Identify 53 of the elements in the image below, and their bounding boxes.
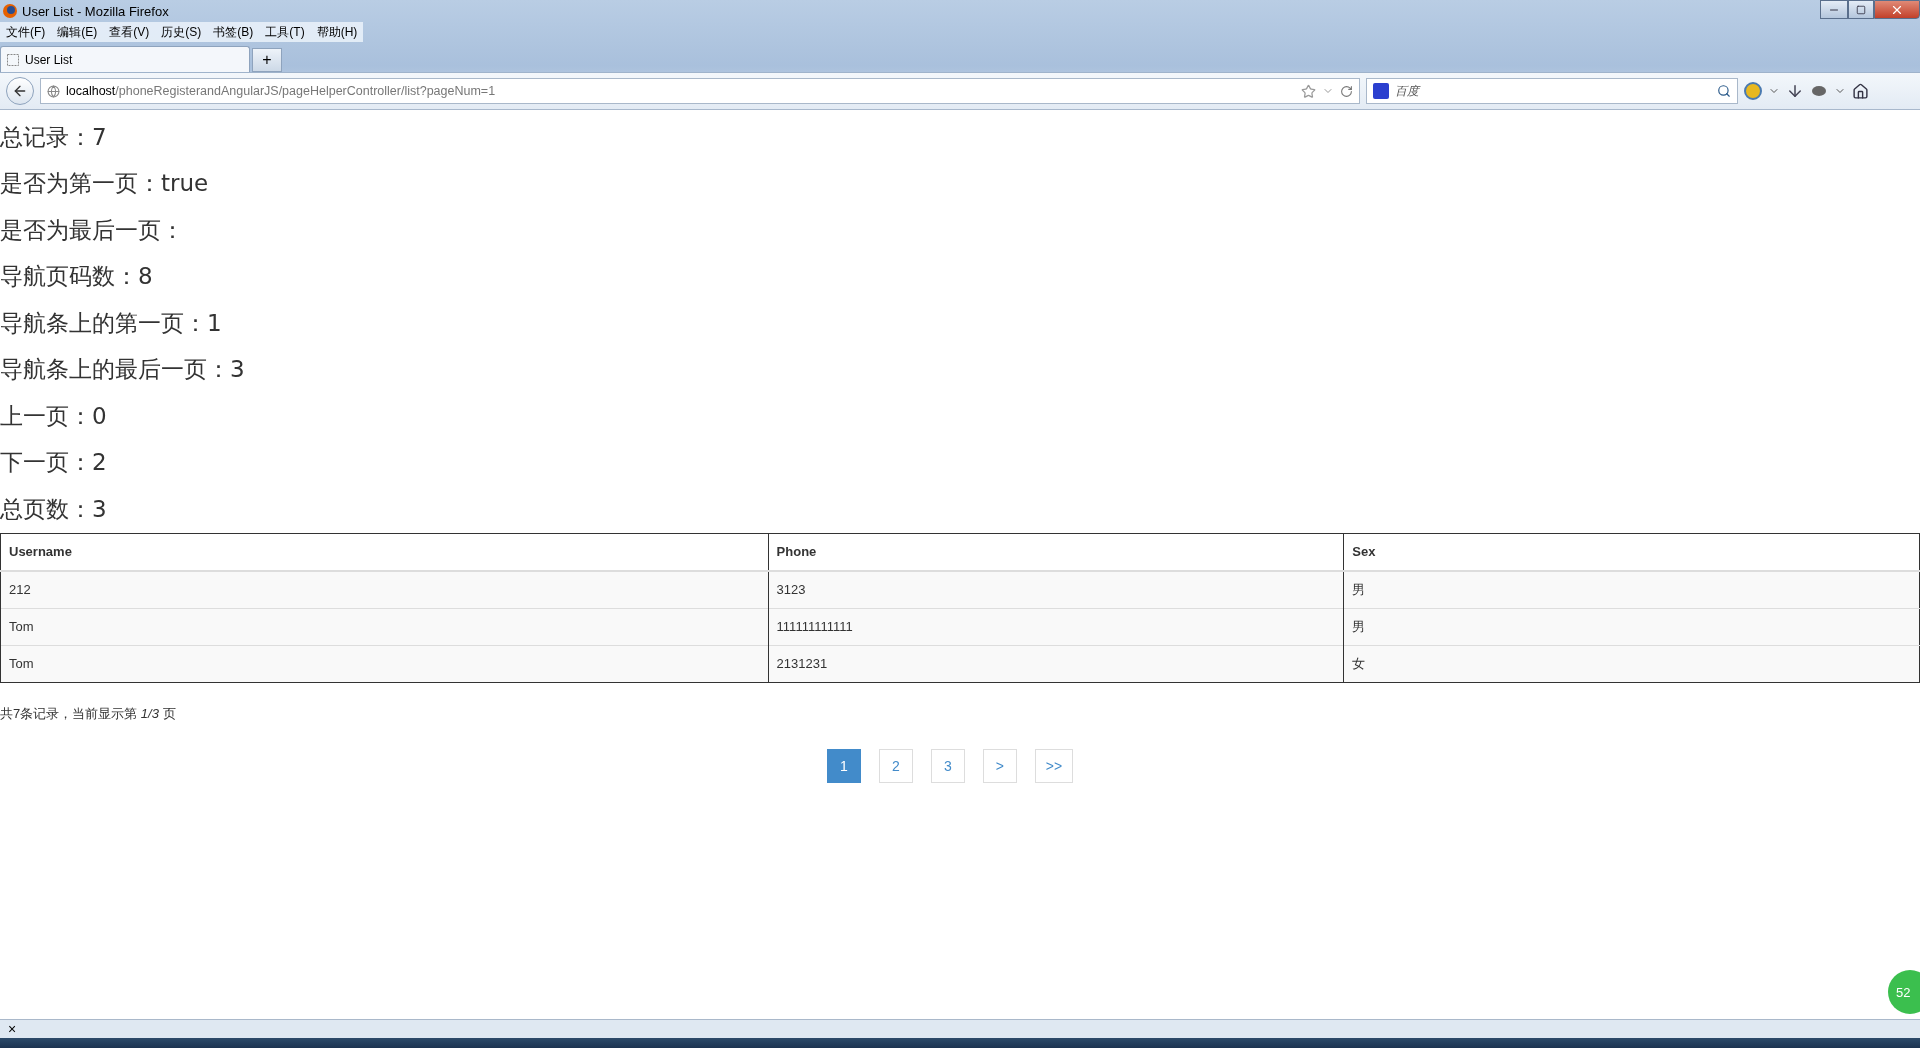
table-cell: 男 [1343, 570, 1920, 608]
info-line: 下一页：2 [0, 448, 107, 478]
table-cell: Tom [0, 645, 769, 682]
column-header: Phone [768, 533, 1344, 571]
table-cell: 212 [0, 570, 769, 608]
menu-item[interactable]: 帮助(H) [316, 23, 358, 41]
close-button[interactable]: × [8, 1021, 17, 1037]
table-cell: 3123 [768, 570, 1344, 608]
info-line: 上一页：0 [0, 401, 107, 431]
info-line: 总页数：3 [0, 494, 107, 524]
table-cell: Tom [0, 608, 769, 645]
page-button[interactable]: 3 [930, 748, 965, 783]
star-icon[interactable] [1301, 83, 1316, 99]
download-icon[interactable] [1786, 82, 1804, 100]
menu-item[interactable]: 历史(S) [161, 23, 202, 41]
info-line: 导航条上的最后一页：3 [0, 355, 245, 385]
firefox-logo-icon [2, 3, 18, 19]
page-icon [7, 53, 19, 66]
home-icon[interactable] [1852, 82, 1869, 100]
minimize-button[interactable] [1820, 0, 1848, 19]
info-line: 是否为第一页：true [0, 169, 209, 199]
table-cell: 111111111111 [768, 608, 1344, 645]
page-button[interactable]: > [982, 748, 1017, 783]
info-line: 总记录：7 [0, 122, 107, 152]
page-button[interactable]: >> [1034, 748, 1074, 783]
menu-item[interactable]: 工具(T) [265, 23, 305, 41]
table-cell: 男 [1343, 608, 1920, 645]
maximize-button[interactable] [1848, 0, 1874, 19]
maximize-icon [1856, 4, 1866, 15]
menu-item[interactable]: 编辑(E) [57, 23, 98, 41]
info-line: 是否为最后一页： [0, 215, 184, 245]
page-button[interactable]: 2 [878, 748, 913, 783]
window-title: User List - Mozilla Firefox [22, 3, 169, 19]
page-button[interactable]: 1 [826, 748, 861, 783]
column-header: Sex [1343, 533, 1920, 571]
browser-tab[interactable]: User List [0, 46, 250, 72]
close-button[interactable] [1874, 0, 1920, 19]
column-header: Username [0, 533, 769, 571]
menu-item[interactable]: 文件(F) [6, 23, 46, 41]
new-tab-button[interactable]: + [252, 48, 282, 72]
menu-item[interactable]: 查看(V) [109, 23, 150, 41]
search-icon[interactable] [1717, 84, 1731, 98]
globe-icon [47, 84, 60, 98]
address-bar[interactable]: localhost/phoneRegisterandAngularJS/pageHelperController/list?pageNum=1 [40, 78, 1360, 104]
info-line: 导航条上的第一页：1 [0, 308, 222, 338]
back-button[interactable] [6, 77, 34, 105]
info-line: 导航页码数：8 [0, 262, 153, 292]
reload-icon[interactable] [1340, 84, 1353, 98]
search-field[interactable]: 百度 [1366, 78, 1738, 104]
menu-item[interactable]: 书签(B) [213, 23, 254, 41]
record-summary: 共7条记录，当前显示第 1/3 页 [0, 705, 176, 721]
table-cell: 女 [1343, 645, 1920, 682]
table-cell: 2131231 [768, 645, 1344, 682]
